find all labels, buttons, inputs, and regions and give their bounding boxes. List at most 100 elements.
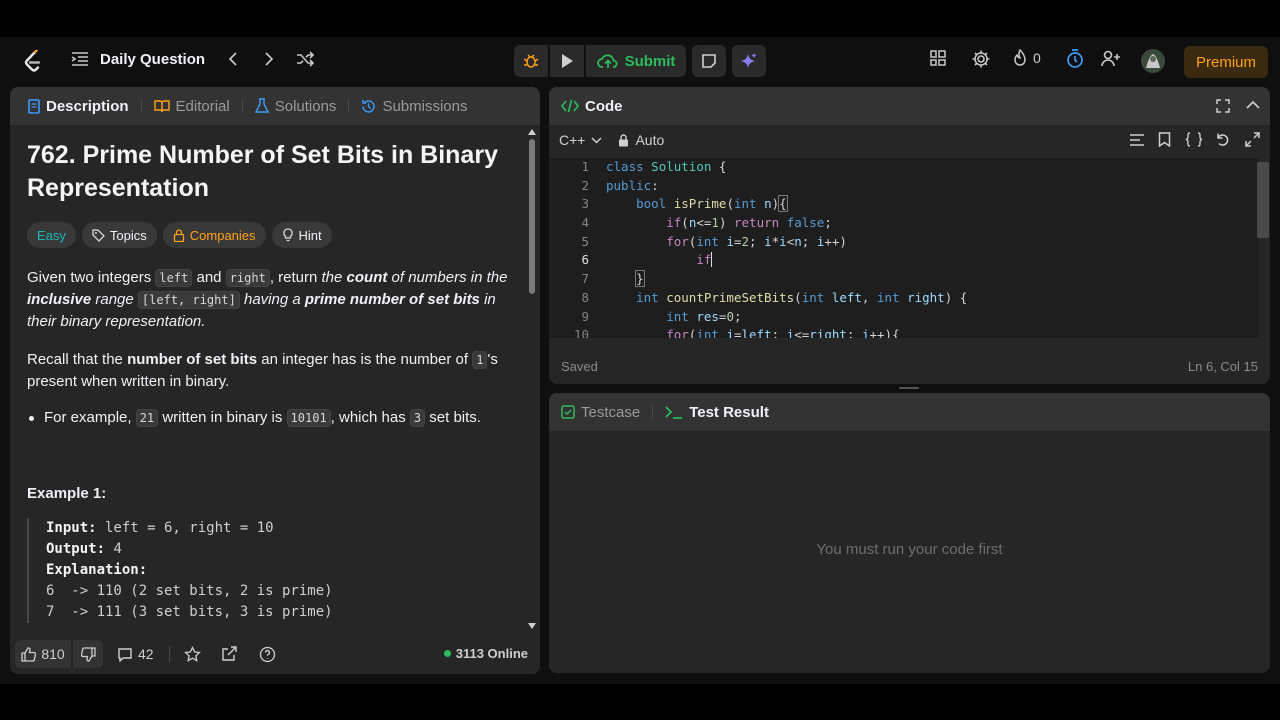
star-icon (183, 645, 201, 662)
run-button[interactable] (550, 45, 584, 77)
text: number of set bits (127, 351, 258, 368)
chevron-left-icon[interactable] (223, 49, 243, 69)
streak-counter[interactable]: 0 (1012, 49, 1041, 67)
topics-label: Topics (109, 227, 147, 243)
code-line: int countPrimeSetBits(int left, int righ… (636, 289, 968, 305)
cloud-upload-icon (596, 54, 617, 68)
like-button[interactable]: 810 (15, 640, 71, 668)
tab-solutions[interactable]: Solutions (251, 98, 341, 115)
debug-button[interactable] (514, 45, 548, 77)
text: , which has (330, 409, 410, 426)
tab-submissions[interactable]: Submissions (357, 98, 471, 115)
problem-title[interactable]: 762. Prime Number of Set Bits in Binary … (27, 139, 517, 205)
flame-icon (1014, 49, 1026, 66)
example-title: Example 1: (27, 485, 107, 502)
inline-code: right (225, 269, 270, 287)
topics-pill[interactable]: Topics (81, 222, 157, 248)
text: count (346, 269, 388, 286)
flask-icon (254, 98, 269, 113)
language-select[interactable]: C++ (559, 132, 602, 148)
text: Recall that the (27, 351, 128, 368)
resize-handle[interactable] (899, 387, 919, 389)
submit-button[interactable]: Submit (586, 45, 686, 77)
tab-testcase-label: Testcase (581, 403, 641, 421)
companies-pill[interactable]: Companies (162, 222, 266, 248)
editor-scrollbar[interactable] (1257, 158, 1269, 338)
avatar[interactable] (1140, 48, 1166, 74)
line-number-current: 6 (581, 252, 589, 268)
line-number-gutter: 1 2 3 4 5 6 7 8 9 10 (549, 158, 589, 338)
problem-content: 762. Prime Number of Set Bits in Binary … (27, 139, 517, 629)
external-link-icon (221, 646, 237, 661)
run-submit-group: Submit (514, 45, 686, 77)
book-icon (153, 100, 170, 113)
shuffle-icon[interactable] (295, 49, 315, 69)
gear-icon (972, 50, 990, 68)
empty-result-message: You must run your code first (816, 541, 1003, 558)
scroll-thumb[interactable] (529, 139, 535, 294)
inline-code: 1 (472, 351, 488, 369)
bookmark-icon[interactable] (1158, 132, 1171, 147)
test-panel-header: Testcase Test Result (549, 393, 1270, 431)
nav-title[interactable]: Daily Question (100, 51, 205, 68)
tab-editorial[interactable]: Editorial (150, 98, 234, 115)
help-button[interactable] (259, 646, 276, 663)
invite-button[interactable] (1101, 49, 1121, 67)
tab-description[interactable]: Description (24, 98, 133, 115)
note-icon (702, 54, 716, 68)
text: the (321, 269, 347, 286)
sparkle-icon (741, 53, 757, 68)
text: For example, (44, 409, 136, 426)
ai-assist-button[interactable] (732, 45, 766, 77)
hint-pill[interactable]: Hint (271, 222, 332, 248)
online-text: 3113 Online (455, 646, 528, 661)
code-line: if(n<=1) return false; (666, 215, 832, 231)
tab-divider (652, 405, 654, 419)
premium-button[interactable]: Premium (1184, 46, 1268, 78)
reset-icon[interactable] (1215, 132, 1230, 147)
line-number: 7 (581, 271, 589, 287)
braces-icon[interactable] (1185, 132, 1203, 147)
layout-button[interactable] (929, 49, 947, 67)
chevron-up-icon[interactable] (1246, 100, 1260, 110)
chevron-right-icon[interactable] (259, 49, 279, 69)
code-editor[interactable]: 1 2 3 4 5 6 7 8 9 10 class Solution { pu… (549, 158, 1259, 338)
share-button[interactable] (221, 646, 237, 662)
expand-icon[interactable] (1245, 132, 1260, 147)
thumbs-down-icon (80, 646, 96, 662)
code-line: } (635, 270, 645, 288)
description-footer: 810 42 3113 Online (10, 634, 540, 674)
text: range (91, 291, 138, 308)
favorite-button[interactable] (183, 645, 201, 663)
description-scrollbar[interactable] (528, 129, 536, 629)
text: written in binary is (158, 409, 287, 426)
problem-list-icon[interactable] (70, 49, 90, 69)
format-icon[interactable] (1129, 133, 1145, 147)
like-count: 810 (41, 646, 65, 662)
problem-statement: Given two integers left and right, retur… (27, 267, 517, 333)
streak-count: 0 (1033, 50, 1041, 66)
code-line: class Solution { (606, 159, 727, 174)
scroll-down-arrow[interactable] (528, 623, 536, 629)
dislike-button[interactable] (73, 640, 103, 668)
code-line: for(int i=left; i<=right; i++){ (666, 327, 900, 338)
leetcode-logo-icon[interactable] (22, 50, 44, 74)
problem-tags: Easy Topics Companies Hint (27, 222, 517, 248)
auto-mode[interactable]: Auto (618, 132, 664, 148)
top-navbar: Daily Question Submit 0 Premium (0, 37, 1280, 85)
notes-button[interactable] (692, 45, 726, 77)
comments-button[interactable]: 42 (117, 646, 154, 662)
bug-icon (523, 54, 539, 68)
timer-button[interactable] (1066, 49, 1084, 69)
tab-test-result[interactable]: Test Result (665, 404, 769, 421)
inline-code: 21 (135, 409, 159, 427)
maximize-icon[interactable] (1216, 99, 1230, 113)
scroll-up-arrow[interactable] (528, 129, 536, 135)
tab-test-result-label: Test Result (689, 403, 769, 421)
submit-label: Submit (624, 52, 676, 70)
editor-scroll-thumb[interactable] (1257, 162, 1269, 238)
settings-button[interactable] (971, 49, 991, 69)
set-bits-note: Recall that the number of set bits an in… (27, 349, 517, 393)
code-line: public: (606, 177, 659, 193)
tab-testcase[interactable]: Testcase (561, 404, 640, 421)
